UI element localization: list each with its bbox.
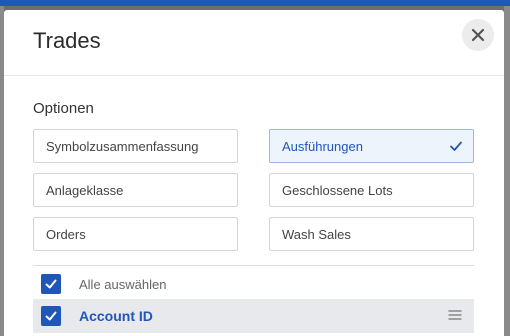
field-label: Account ID [79,308,153,324]
checkmark-icon [450,141,462,151]
option-label: Symbolzusammenfassung [46,138,199,154]
option-wash-sales[interactable]: Wash Sales [269,217,474,251]
field-row-account-id[interactable]: Account ID [33,299,474,333]
background-overlay-right [504,6,510,336]
checkmark-icon [45,279,57,289]
account-id-checkbox[interactable] [41,306,61,326]
background-app-header [0,0,510,6]
select-all-label: Alle auswählen [79,276,167,292]
trades-modal: Trades Optionen Symbolzusammenfassung Au… [4,10,504,336]
modal-header: Trades [4,10,504,76]
select-all-checkbox[interactable] [41,274,61,294]
divider [33,265,474,266]
checkmark-icon [45,311,57,321]
option-label: Geschlossene Lots [282,182,393,198]
option-ausfuehrungen[interactable]: Ausführungen [269,129,474,163]
options-section-label: Optionen [33,100,94,117]
close-button[interactable] [462,19,494,51]
option-symbolzusammenfassung[interactable]: Symbolzusammenfassung [33,129,238,163]
option-label: Ausführungen [282,138,363,154]
close-icon [471,28,485,42]
option-label: Orders [46,226,86,242]
select-all-row[interactable]: Alle auswählen [33,267,474,301]
option-anlageklasse[interactable]: Anlageklasse [33,173,238,207]
option-orders[interactable]: Orders [33,217,238,251]
drag-handle-icon[interactable] [448,309,462,321]
option-geschlossene-lots[interactable]: Geschlossene Lots [269,173,474,207]
modal-title: Trades [33,28,101,53]
option-label: Wash Sales [282,226,351,242]
option-label: Anlageklasse [46,182,124,198]
